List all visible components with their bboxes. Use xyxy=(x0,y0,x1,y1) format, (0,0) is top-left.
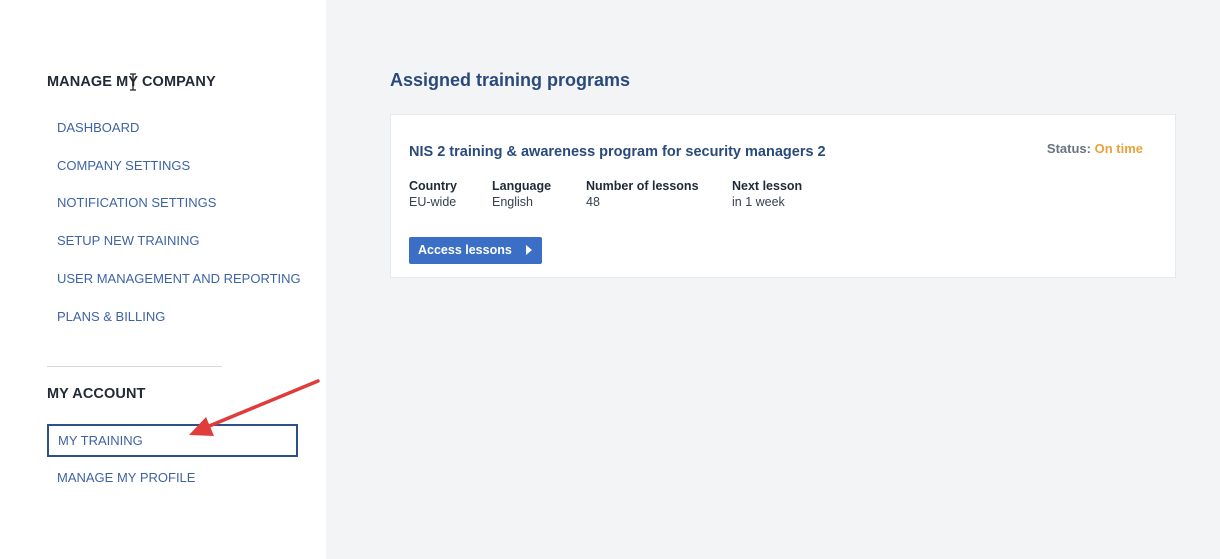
language-value: English xyxy=(492,195,533,209)
sidebar-divider xyxy=(47,366,222,367)
lessons-count-value: 48 xyxy=(586,195,600,209)
status-value: On time xyxy=(1094,141,1143,156)
next-lesson-label: Next lesson xyxy=(732,179,803,193)
training-program-card: NIS 2 training & awareness program for s… xyxy=(390,114,1176,278)
text-cursor-icon xyxy=(130,73,136,91)
status-badge: Status: On time xyxy=(1047,141,1143,156)
sidebar-item-setup-new-training[interactable]: SETUP NEW TRAINING xyxy=(47,226,295,256)
sidebar-item-user-management-and-reporting[interactable]: USER MANAGEMENT AND REPORTING xyxy=(47,264,301,294)
sidebar-item-manage-my-profile[interactable]: MANAGE MY PROFILE xyxy=(47,463,295,493)
my-account-heading: MY ACCOUNT xyxy=(47,386,146,402)
access-lessons-button[interactable]: Access lessons xyxy=(409,237,542,264)
next-lesson-field: Next lesson in 1 week xyxy=(732,179,802,209)
lessons-count-label: Number of lessons xyxy=(586,179,699,193)
next-lesson-value: in 1 week xyxy=(732,195,785,209)
sidebar-item-notification-settings[interactable]: NOTIFICATION SETTINGS xyxy=(47,188,295,218)
sidebar-item-company-settings[interactable]: COMPANY SETTINGS xyxy=(47,151,295,181)
program-title: NIS 2 training & awareness program for s… xyxy=(409,144,826,160)
country-label: Country xyxy=(409,179,457,193)
caret-right-icon xyxy=(526,245,532,255)
sidebar-item-dashboard[interactable]: DASHBOARD xyxy=(47,113,295,143)
annotation-arrow-icon xyxy=(189,379,320,436)
status-label: Status: xyxy=(1046,141,1091,156)
access-lessons-label: Access lessons xyxy=(418,243,512,257)
language-label: Language xyxy=(492,179,552,193)
language-field: Language English xyxy=(492,179,551,209)
sidebar: MANAGE MY COMPANY DASHBOARD COMPANY SETT… xyxy=(0,0,326,559)
country-field: Country EU-wide xyxy=(409,179,457,209)
page: MANAGE MY COMPANY DASHBOARD COMPANY SETT… xyxy=(0,0,1220,559)
country-value: EU-wide xyxy=(409,195,457,209)
sidebar-item-plans-billing[interactable]: PLANS & BILLING xyxy=(47,302,295,332)
page-title: Assigned training programs xyxy=(390,70,631,90)
lessons-count-field: Number of lessons 48 xyxy=(586,179,699,209)
